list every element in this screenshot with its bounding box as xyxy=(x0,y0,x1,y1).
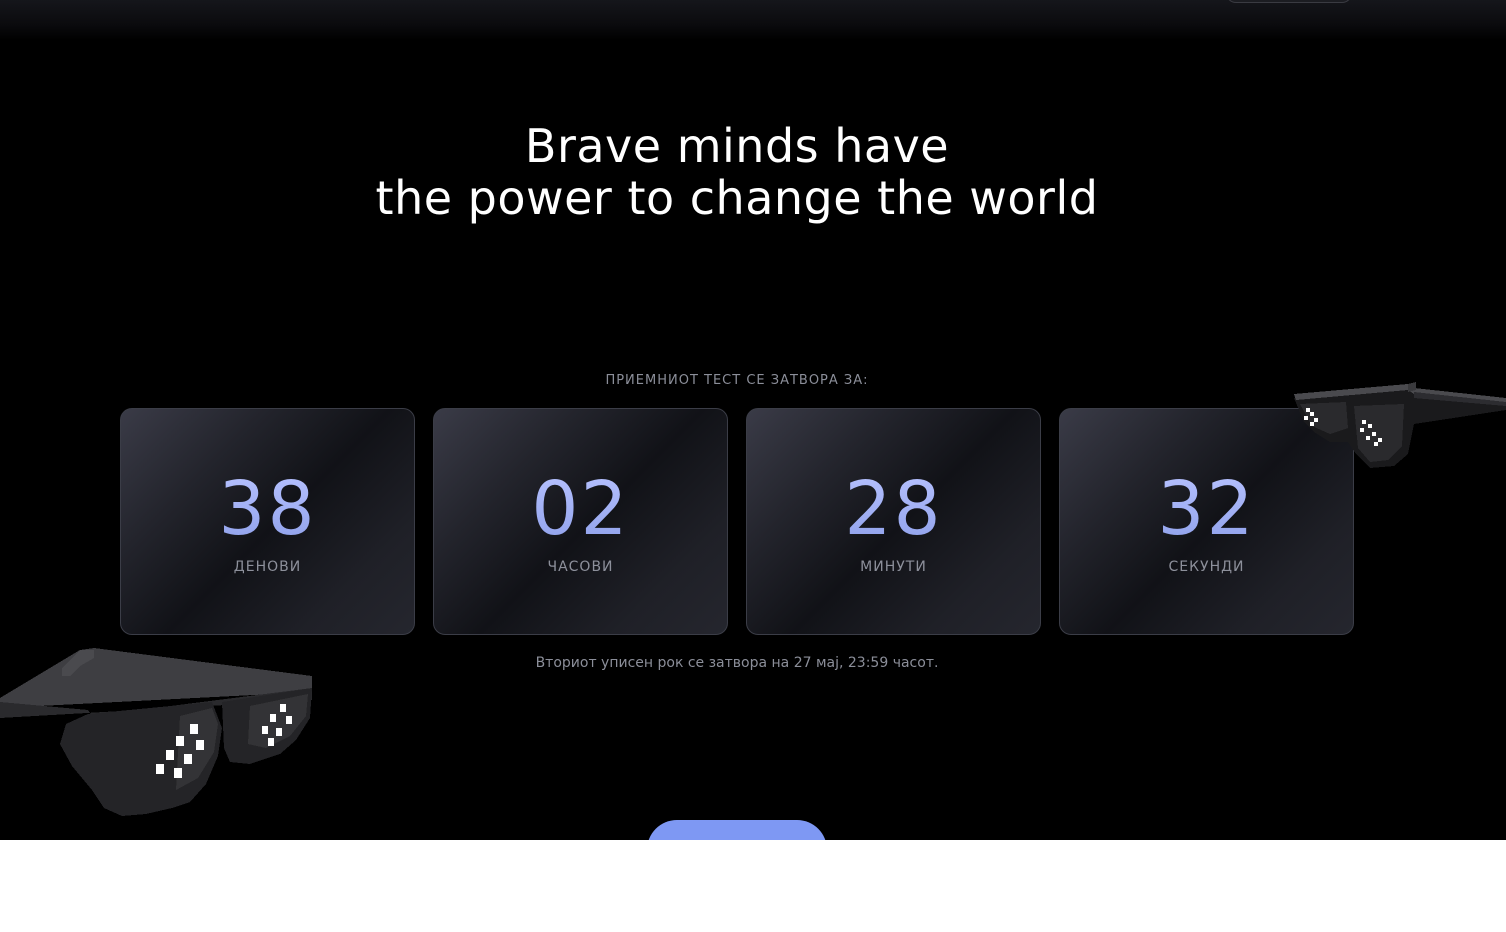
countdown-value: 38 xyxy=(121,469,414,549)
top-navigation-bar xyxy=(0,0,1506,40)
countdown-value: 32 xyxy=(1060,469,1353,549)
page-title: Brave minds have the power to change the… xyxy=(0,120,1474,224)
countdown-unit: ЧАСОВИ xyxy=(547,559,614,575)
countdown-card-days: 38 ДЕНОВИ xyxy=(120,408,415,635)
countdown-unit: ДЕНОВИ xyxy=(233,559,302,575)
countdown-value: 28 xyxy=(747,469,1040,549)
nav-button[interactable] xyxy=(1226,0,1352,3)
title-line-1: Brave minds have xyxy=(524,119,950,173)
countdown-unit: МИНУТИ xyxy=(860,559,927,575)
countdown-value: 02 xyxy=(434,469,727,549)
countdown-unit: СЕКУНДИ xyxy=(1168,559,1245,575)
countdown-label: ПРИЕМНИОТ ТЕСТ СЕ ЗАТВОРА ЗА: xyxy=(605,373,869,388)
countdown-card-hours: 02 ЧАСОВИ xyxy=(433,408,728,635)
pixel-sunglasses-icon xyxy=(0,648,312,816)
countdown-card-minutes: 28 МИНУТИ xyxy=(746,408,1041,635)
hero-section: Brave minds have the power to change the… xyxy=(0,0,1506,840)
title-line-2: the power to change the world xyxy=(375,171,1099,225)
apply-button[interactable] xyxy=(647,820,827,840)
pixel-sunglasses-icon xyxy=(1294,382,1506,468)
